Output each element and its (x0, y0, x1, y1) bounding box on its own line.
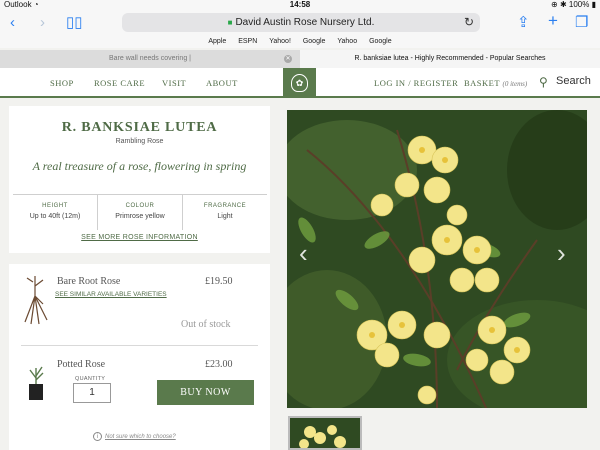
product-gallery[interactable]: ‹ › (287, 110, 587, 408)
gallery-prev-icon[interactable]: ‹ (299, 238, 308, 268)
attr-height: HEIGHT Up to 40ft (12m) (13, 195, 97, 230)
nav-login[interactable]: LOG IN / REGISTER (374, 78, 458, 88)
tab-banksiae[interactable]: R. banksiae lutea - Highly Recommended -… (300, 50, 600, 68)
attr-label: HEIGHT (42, 203, 68, 209)
potted-rose-name: Potted Rose (57, 359, 106, 370)
attr-value: Primrose yellow (115, 213, 165, 220)
nav-visit[interactable]: VISIT (162, 78, 186, 88)
nav-shop[interactable]: SHOP (50, 78, 74, 88)
bookmark-google-2[interactable]: Google (369, 38, 392, 45)
potted-rose-image (29, 366, 44, 400)
product-attributes: HEIGHT Up to 40ft (12m) COLOUR Primrose … (13, 194, 267, 230)
quantity-input[interactable]: 1 (73, 383, 111, 403)
bookmark-espn[interactable]: ESPN (238, 38, 257, 45)
tab-label: R. banksiae lutea - Highly Recommended -… (354, 55, 546, 62)
forward-icon[interactable]: › (40, 15, 45, 31)
product-tagline: A real treasure of a rose, flowering in … (32, 159, 247, 173)
rose-crest-icon: ✿ (291, 74, 308, 92)
nav-basket[interactable]: BASKET (0 items) (464, 78, 527, 88)
potted-rose-price: £23.00 (205, 359, 233, 370)
bookmark-google[interactable]: Google (303, 38, 326, 45)
clock: 14:58 (289, 0, 311, 9)
attr-label: FRAGRANCE (203, 203, 247, 209)
status-bar: Outlook ◔ 14:58 ⊕ ✱ 100% ▮ (0, 0, 600, 10)
lock-icon: ■ (227, 18, 233, 27)
divider (21, 345, 258, 346)
see-more-info-link[interactable]: SEE MORE ROSE INFORMATION (9, 234, 270, 241)
basket-label: BASKET (464, 78, 500, 88)
battery-indicator: ⊕ ✱ 100% ▮ (551, 0, 596, 9)
tab-bare-wall[interactable]: Bare wall needs covering | ✕ (0, 50, 300, 68)
bookmarks-icon[interactable]: ▯▯ (66, 15, 83, 31)
gallery-thumbnail[interactable] (288, 416, 362, 450)
attr-value: Up to 40ft (12m) (29, 213, 81, 220)
attr-value: Light (217, 213, 233, 220)
bare-root-price: £19.50 (205, 276, 233, 287)
help-link[interactable]: i Not sure which to choose? (93, 432, 176, 441)
product-type: Rambling Rose (115, 138, 164, 145)
attr-label: COLOUR (125, 203, 155, 209)
address-bar[interactable]: ■ David Austin Rose Nursery Ltd. ↻ (122, 13, 480, 32)
info-icon: i (93, 432, 102, 441)
bookmark-yahoo[interactable]: Yahoo! (269, 38, 291, 45)
site-logo[interactable]: ✿ (283, 68, 316, 98)
site-header: SHOP ROSE CARE VISIT ABOUT ✿ LOG IN / RE… (0, 68, 600, 98)
share-icon[interactable]: ⇪ (517, 15, 530, 31)
nav-about[interactable]: ABOUT (206, 78, 238, 88)
close-tab-icon[interactable]: ✕ (284, 55, 292, 63)
out-of-stock-label: Out of stock (181, 319, 231, 330)
attr-fragrance: FRAGRANCE Light (182, 195, 267, 230)
search-link[interactable]: Search (556, 75, 591, 87)
favorites-bar: Apple ESPN Yahoo! Google Yahoo Google (0, 36, 600, 48)
purchase-card: Bare Root Rose £19.50 SEE SIMILAR AVAILA… (9, 264, 270, 450)
see-similar-link[interactable]: SEE SIMILAR AVAILABLE VARIETIES (55, 291, 167, 298)
help-link-text: Not sure which to choose? (105, 434, 176, 440)
attr-colour: COLOUR Primrose yellow (97, 195, 182, 230)
bare-root-rose-image (24, 276, 48, 325)
product-info-card: R. BANKSIAE LUTEA Rambling Rose A real t… (9, 106, 270, 253)
quantity-label: QUANTITY (75, 376, 106, 382)
tab-label: Bare wall needs covering | (109, 55, 191, 62)
tab-bar: Bare wall needs covering | ✕ R. banksiae… (0, 50, 600, 68)
nav-rose-care[interactable]: ROSE CARE (94, 78, 145, 88)
gallery-next-icon[interactable]: › (557, 238, 566, 268)
basket-count: (0 items) (502, 80, 528, 88)
browser-toolbar: ‹ › ▯▯ ■ David Austin Rose Nursery Ltd. ↻… (0, 10, 600, 36)
bookmark-apple[interactable]: Apple (208, 38, 226, 45)
search-icon[interactable]: ⚲ (539, 75, 548, 89)
buy-now-button[interactable]: BUY NOW (157, 380, 254, 405)
reload-icon[interactable]: ↻ (464, 13, 474, 32)
bare-root-name: Bare Root Rose (57, 276, 121, 287)
tabs-icon[interactable]: ❐ (575, 15, 588, 31)
bookmark-yahoo-2[interactable]: Yahoo (337, 38, 357, 45)
back-icon[interactable]: ‹ (10, 15, 15, 31)
rose-photo (287, 110, 587, 408)
product-title: R. BANKSIAE LUTEA (61, 120, 218, 135)
new-tab-icon[interactable]: + (548, 12, 558, 29)
url-text: David Austin Rose Nursery Ltd. (235, 17, 375, 28)
thumbnail-image (290, 418, 360, 448)
